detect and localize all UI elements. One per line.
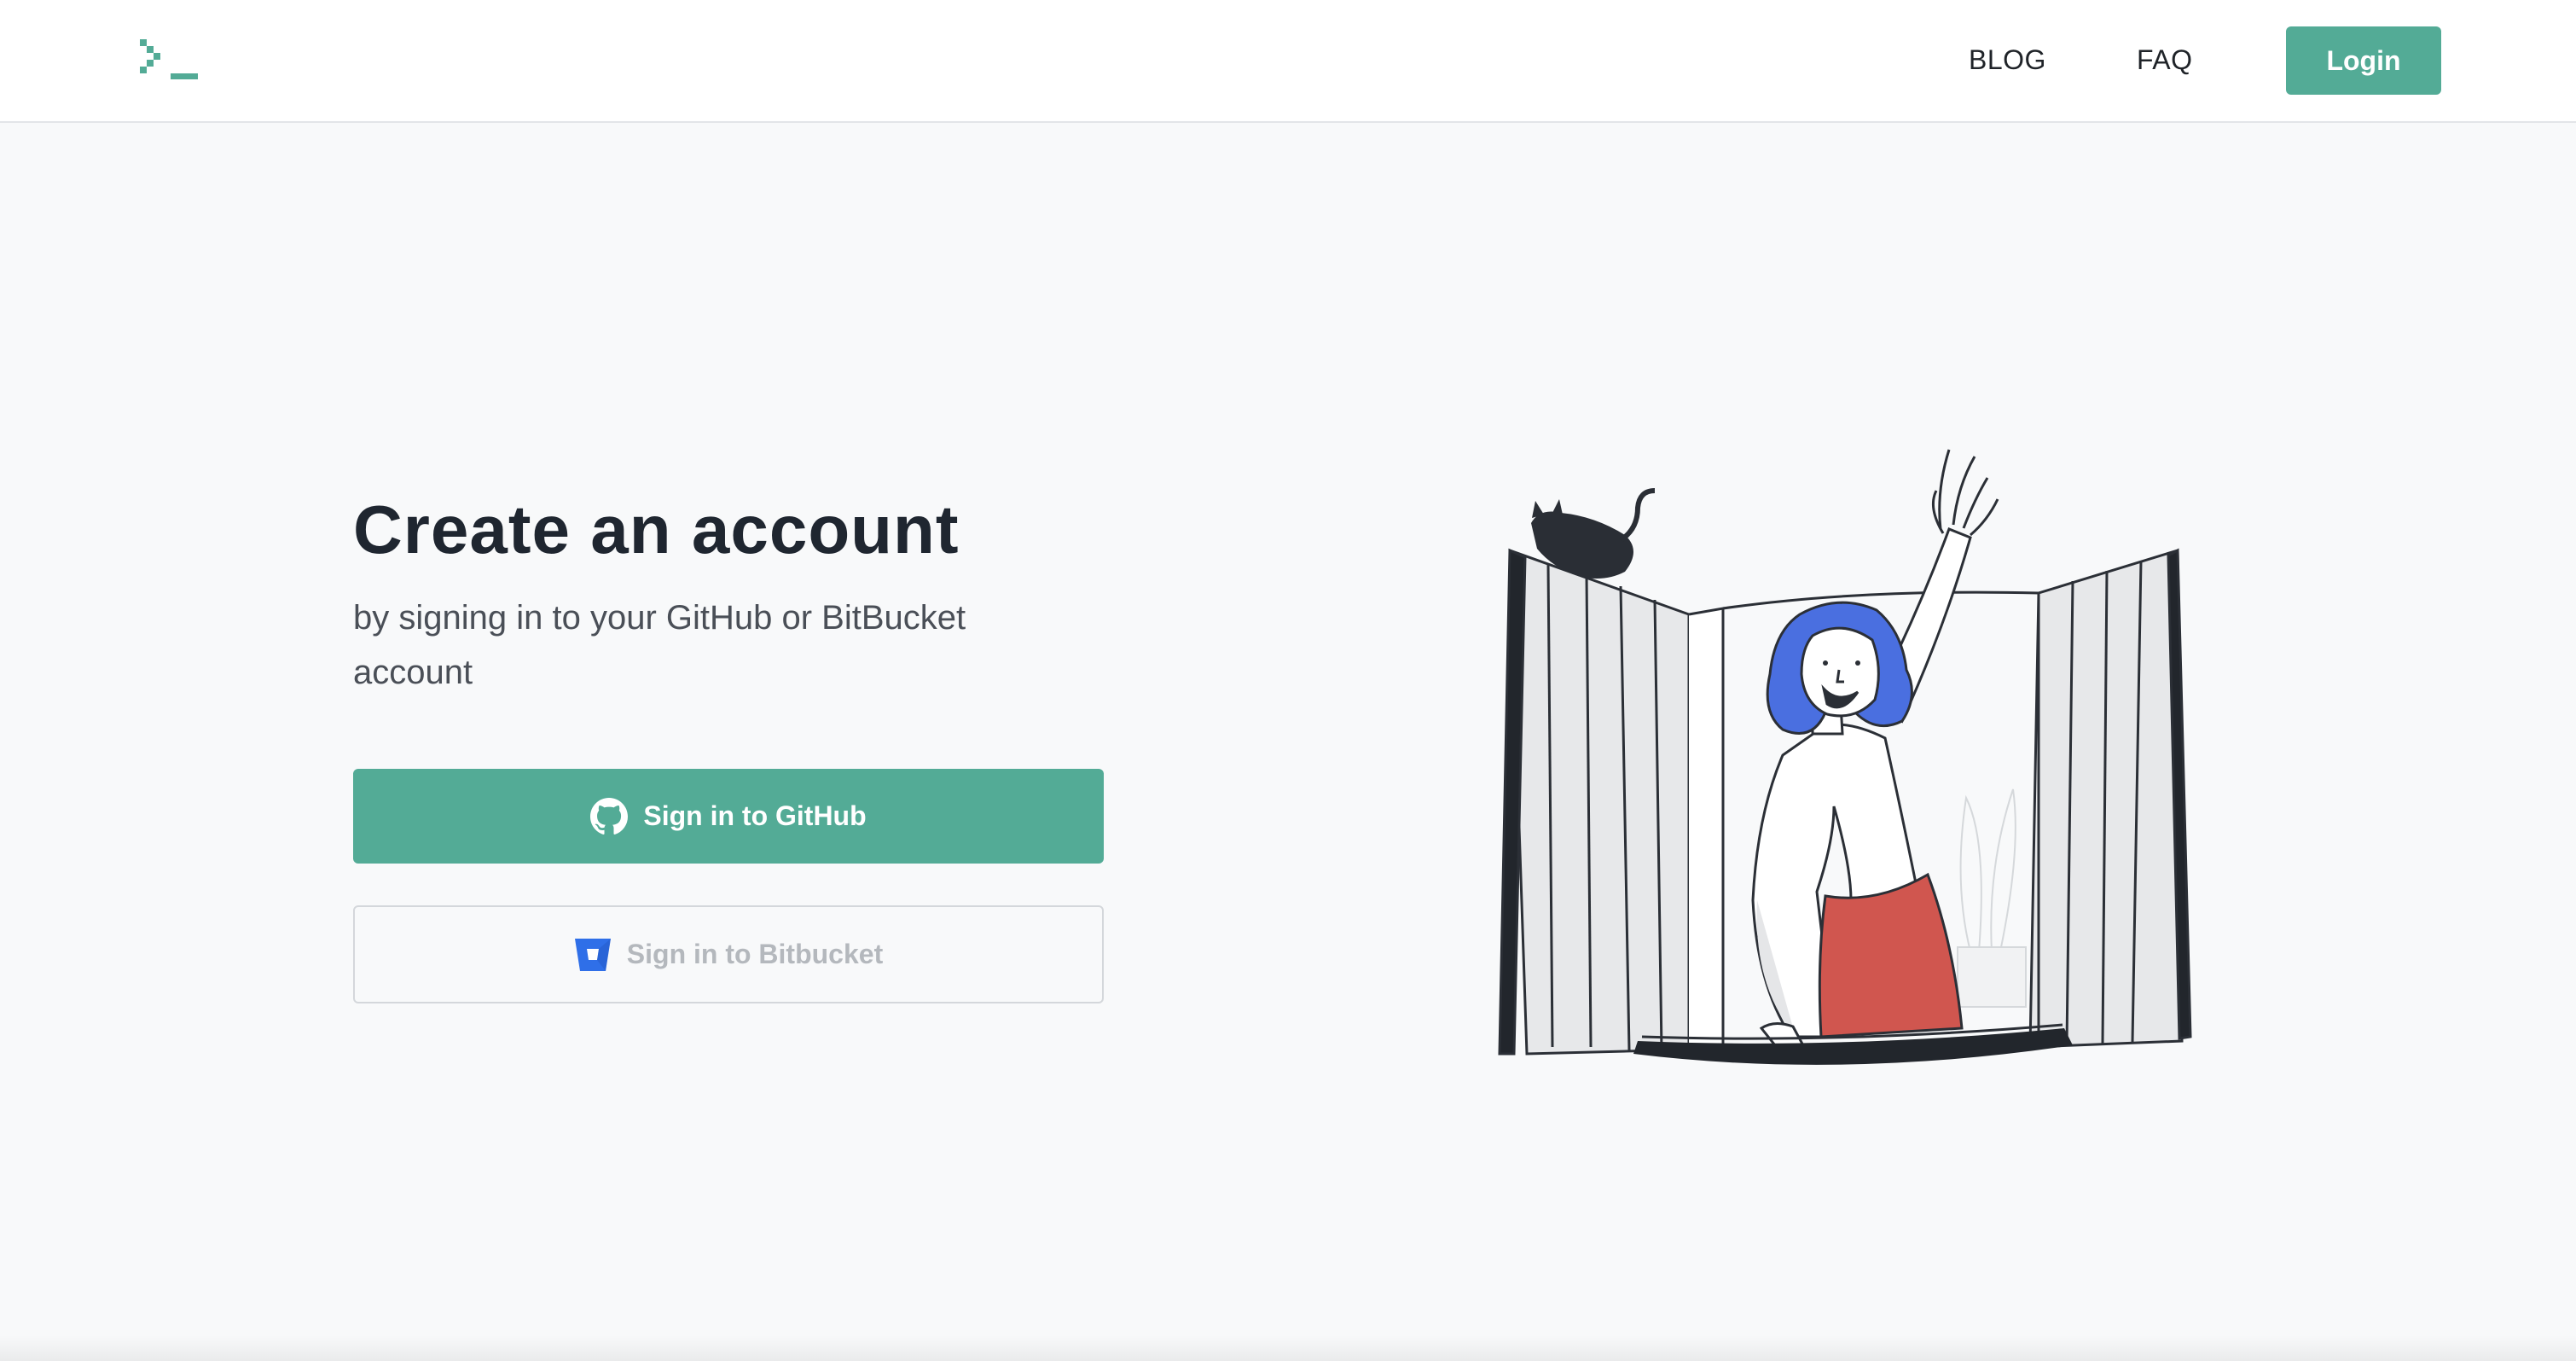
sign-in-bitbucket-button[interactable]: Sign in to Bitbucket [353,905,1104,1003]
login-button[interactable]: Login [2286,26,2441,95]
sign-in-bitbucket-label: Sign in to Bitbucket [626,939,884,969]
page-title: Create an account [353,491,960,567]
terminal-prompt-icon[interactable] [136,38,201,84]
nav-link-faq[interactable]: FAQ [2137,43,2193,77]
window-frame-back [1722,590,2039,610]
page-subtitle: by signing in to your GitHub or BitBucke… [353,599,966,691]
bottom-edge-shadow [0,1335,2576,1361]
plant-decoration [1957,788,2027,1008]
bitbucket-icon [574,938,612,972]
github-icon [590,797,629,835]
woman-waving-from-window-illustration [1498,449,2192,1065]
sign-in-github-button[interactable]: Sign in to GitHub [353,769,1104,864]
nav-link-blog[interactable]: BLOG [1969,43,2046,77]
right-window-shutter [2028,548,2192,1049]
left-window-shutter [1498,548,1725,1056]
top-navigation-bar: BLOG FAQ Login [0,0,2576,123]
sign-in-github-label: Sign in to GitHub [643,800,867,831]
